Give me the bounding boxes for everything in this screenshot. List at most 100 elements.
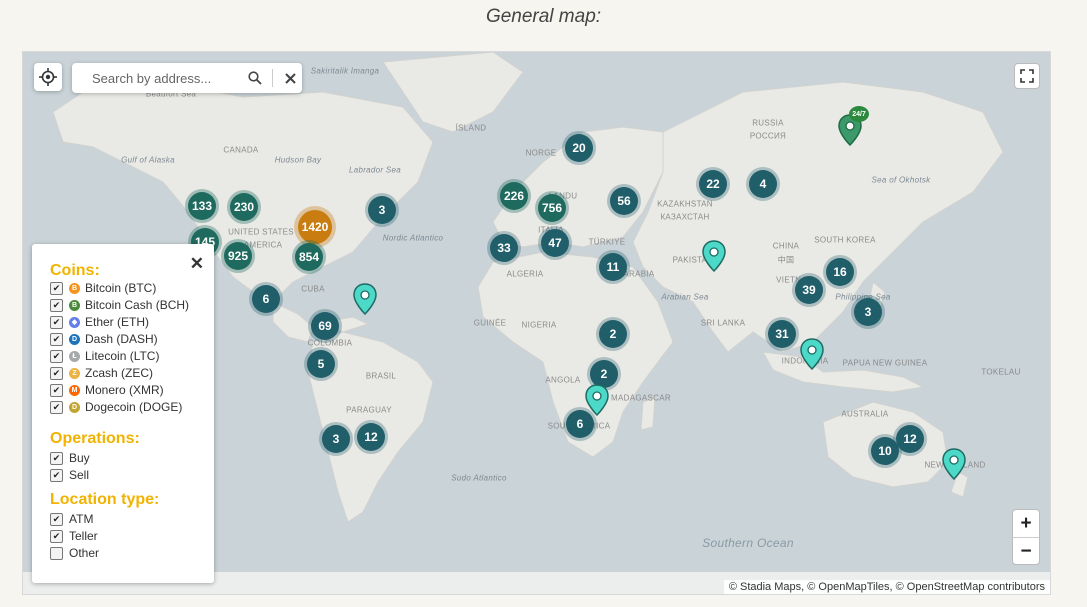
bitcoin-icon: B: [69, 282, 80, 294]
search-box: [72, 63, 302, 93]
coin-filter-bch[interactable]: ✔ B Bitcoin Cash (BCH): [50, 297, 189, 313]
map-label: SOUTH KOREA: [814, 235, 876, 245]
atm-cluster[interactable]: 10: [871, 437, 899, 465]
checkbox[interactable]: ✔: [50, 383, 63, 397]
map-label: Southern Ocean: [702, 536, 794, 550]
fullscreen-icon: [1020, 69, 1034, 83]
map-label: AUSTRALIA: [841, 409, 889, 419]
map-pin-icon[interactable]: [942, 448, 966, 480]
atm-cluster[interactable]: 16: [826, 258, 854, 286]
map-label: Sea of Okhotsk: [871, 175, 931, 185]
map-label: Labrador Sea: [348, 165, 402, 175]
map-pin-icon[interactable]: [702, 240, 726, 272]
map-label: Arabian Sea: [661, 292, 709, 302]
dash-icon: D: [69, 333, 80, 345]
atm-cluster[interactable]: 230: [230, 193, 258, 221]
checkbox[interactable]: ✔: [50, 451, 63, 465]
location-filter-atm[interactable]: ✔ ATM: [50, 511, 93, 527]
checkbox[interactable]: ✔: [50, 400, 63, 414]
checkbox[interactable]: ✔: [50, 529, 63, 543]
map-label: ALGERIA: [506, 269, 544, 279]
coin-filter-xmr[interactable]: ✔ M Monero (XMR): [50, 382, 164, 398]
coins-heading: Coins:: [50, 262, 100, 279]
atm-cluster[interactable]: 854: [295, 243, 323, 271]
map-label: CANADA: [223, 145, 259, 155]
map-label: NIGERIA: [521, 320, 557, 330]
coin-filter-ltc[interactable]: ✔ Ł Litecoin (LTC): [50, 348, 159, 364]
filter-legend-panel: ✕ Coins: ✔ B Bitcoin (BTC) ✔ B Bitcoin Cash …: [32, 244, 214, 583]
map-pin-icon[interactable]: [585, 384, 609, 416]
atm-cluster[interactable]: 47: [541, 229, 569, 257]
atm-cluster[interactable]: 6: [252, 285, 280, 313]
atm-cluster[interactable]: 33: [490, 234, 518, 262]
checkbox[interactable]: ✔: [50, 315, 63, 329]
atm-cluster[interactable]: 31: [768, 320, 796, 348]
monero-icon: M: [69, 384, 80, 396]
map-label: COLOMBIA: [307, 338, 353, 348]
zoom-out-button[interactable]: −: [1013, 538, 1039, 565]
map-label: CHINA: [772, 241, 800, 251]
atm-cluster[interactable]: 756: [538, 194, 566, 222]
atm-cluster[interactable]: 133: [188, 192, 216, 220]
close-icon[interactable]: ✕: [190, 254, 204, 274]
coin-label: Dash (DASH): [85, 332, 158, 346]
atm-cluster[interactable]: 3: [368, 196, 396, 224]
atm-cluster-large[interactable]: 1420: [298, 210, 332, 244]
map-pin-247[interactable]: 24/7: [838, 106, 872, 146]
atm-cluster[interactable]: 69: [311, 312, 339, 340]
page-title: General map:: [485, 6, 602, 27]
map-label: SRI LANKA: [700, 318, 746, 328]
location-label: ATM: [69, 512, 94, 526]
location-type-heading: Location type:: [50, 491, 160, 508]
crosshair-icon: [39, 68, 57, 86]
map-label: MADAGASCAR: [611, 393, 671, 403]
atm-cluster[interactable]: 226: [500, 182, 528, 210]
atm-cluster[interactable]: 5: [307, 350, 335, 378]
map-label: TOKELAU: [981, 367, 1021, 377]
location-filter-teller[interactable]: ✔ Teller: [50, 528, 98, 544]
zcash-icon: Z: [69, 367, 80, 379]
checkbox[interactable]: ✔: [50, 512, 63, 526]
atm-cluster[interactable]: 12: [896, 425, 924, 453]
location-filter-other[interactable]: Other: [50, 545, 99, 561]
atm-cluster[interactable]: 3: [322, 425, 350, 453]
operation-filter-sell[interactable]: ✔ Sell: [50, 467, 89, 483]
atm-cluster[interactable]: 20: [565, 134, 593, 162]
map-label: Gulf of Alaska: [121, 155, 175, 165]
clear-search-icon[interactable]: [279, 67, 301, 89]
map-label: GUINÉE: [473, 318, 507, 328]
atm-cluster[interactable]: 11: [599, 253, 627, 281]
coin-filter-btc[interactable]: ✔ B Bitcoin (BTC): [50, 280, 156, 296]
location-label: Teller: [69, 529, 98, 543]
atm-cluster[interactable]: 12: [357, 423, 385, 451]
map-attribution[interactable]: © Stadia Maps, © OpenMapTiles, © OpenStr…: [723, 580, 1050, 594]
operation-label: Buy: [69, 451, 90, 465]
checkbox[interactable]: ✔: [50, 332, 63, 346]
checkbox[interactable]: [50, 546, 63, 560]
map-label: NORGE: [525, 148, 557, 158]
atm-cluster[interactable]: 39: [795, 276, 823, 304]
map-pin-icon[interactable]: [353, 283, 377, 315]
checkbox[interactable]: ✔: [50, 349, 63, 363]
checkbox[interactable]: ✔: [50, 366, 63, 380]
atm-cluster[interactable]: 4: [749, 170, 777, 198]
search-icon[interactable]: [244, 67, 266, 89]
map-pin-icon[interactable]: [800, 338, 824, 370]
zoom-in-button[interactable]: +: [1013, 510, 1039, 538]
search-input[interactable]: [90, 69, 244, 87]
atm-cluster[interactable]: 925: [224, 242, 252, 270]
operation-filter-buy[interactable]: ✔ Buy: [50, 450, 90, 466]
atm-cluster[interactable]: 56: [610, 187, 638, 215]
checkbox[interactable]: ✔: [50, 468, 63, 482]
fullscreen-button[interactable]: [1014, 63, 1040, 89]
coin-filter-dash[interactable]: ✔ D Dash (DASH): [50, 331, 158, 347]
atm-cluster[interactable]: 22: [699, 170, 727, 198]
coin-filter-eth[interactable]: ✔ ◆ Ether (ETH): [50, 314, 149, 330]
coin-filter-zec[interactable]: ✔ Z Zcash (ZEC): [50, 365, 153, 381]
checkbox[interactable]: ✔: [50, 298, 63, 312]
atm-cluster[interactable]: 3: [854, 298, 882, 326]
locate-button[interactable]: [34, 63, 62, 91]
checkbox[interactable]: ✔: [50, 281, 63, 295]
atm-cluster[interactable]: 2: [599, 320, 627, 348]
coin-filter-doge[interactable]: ✔ D Dogecoin (DOGE): [50, 399, 182, 415]
